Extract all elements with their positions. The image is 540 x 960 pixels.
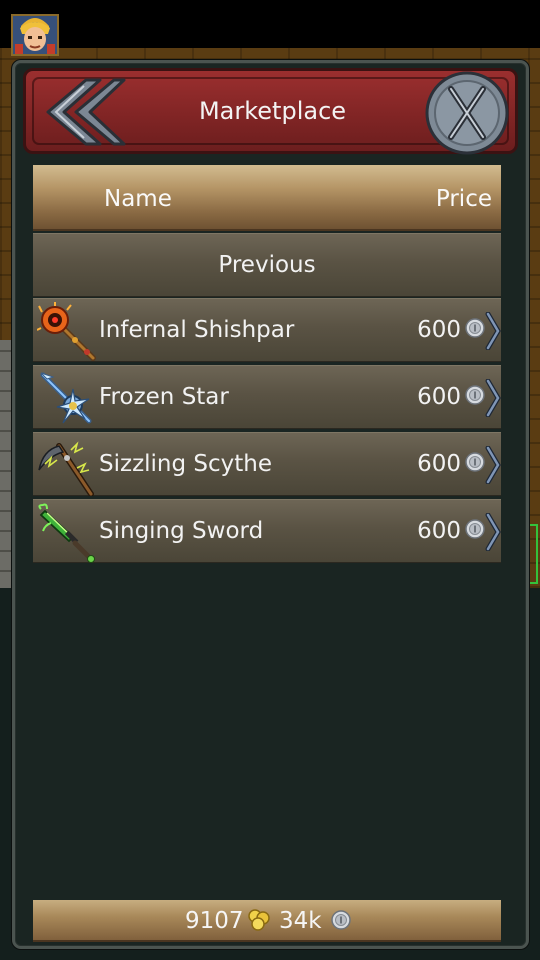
silver-amount: 34k: [279, 908, 322, 934]
window-title: Marketplace: [198, 97, 347, 125]
item-name: Sizzling Scythe: [99, 451, 273, 477]
column-header-price[interactable]: Price: [410, 182, 492, 216]
item-name: Singing Sword: [99, 518, 264, 544]
back-button[interactable]: [34, 74, 126, 150]
market-item-row[interactable]: Singing Sword 600: [33, 499, 501, 563]
silver-coin-icon: [465, 385, 485, 405]
gold-amount: 9107: [185, 908, 244, 934]
previous-label: Previous: [218, 252, 316, 278]
close-icon: [425, 71, 509, 155]
chevron-right-icon: [485, 312, 501, 350]
singing-sword-icon: [38, 503, 95, 563]
item-name: Infernal Shishpar: [99, 317, 295, 343]
silver-coin-icon: [465, 452, 485, 472]
double-chevron-left-icon: [46, 78, 126, 146]
market-item-row[interactable]: Frozen Star 600: [33, 365, 501, 429]
infernal-shishpar-icon: [37, 302, 96, 361]
item-price: 600: [417, 317, 461, 343]
chevron-right-icon: [485, 513, 501, 551]
item-price: 600: [417, 451, 461, 477]
market-item-row[interactable]: Infernal Shishpar 600: [33, 298, 501, 362]
item-name: Frozen Star: [99, 384, 229, 410]
column-header-name[interactable]: Name: [104, 182, 172, 216]
item-price: 600: [417, 518, 461, 544]
chevron-right-icon: [485, 379, 501, 417]
currency-bar: 9107 34k: [33, 900, 501, 942]
frozen-star-icon: [40, 372, 92, 424]
previous-page-row[interactable]: Previous: [33, 233, 501, 297]
game-screen: Marketplace Name Price Previous Infernal…: [0, 0, 540, 960]
market-item-row[interactable]: Sizzling Scythe 600: [33, 432, 501, 496]
silver-coin-icon: [465, 318, 485, 338]
gold-coins-icon: [248, 909, 270, 931]
sizzling-scythe-icon: [38, 441, 94, 496]
close-button[interactable]: [424, 70, 510, 156]
player-avatar[interactable]: [11, 14, 59, 56]
item-price: 600: [417, 384, 461, 410]
silver-coin-icon: [331, 910, 351, 930]
silver-coin-icon: [465, 519, 485, 539]
chevron-right-icon: [485, 446, 501, 484]
